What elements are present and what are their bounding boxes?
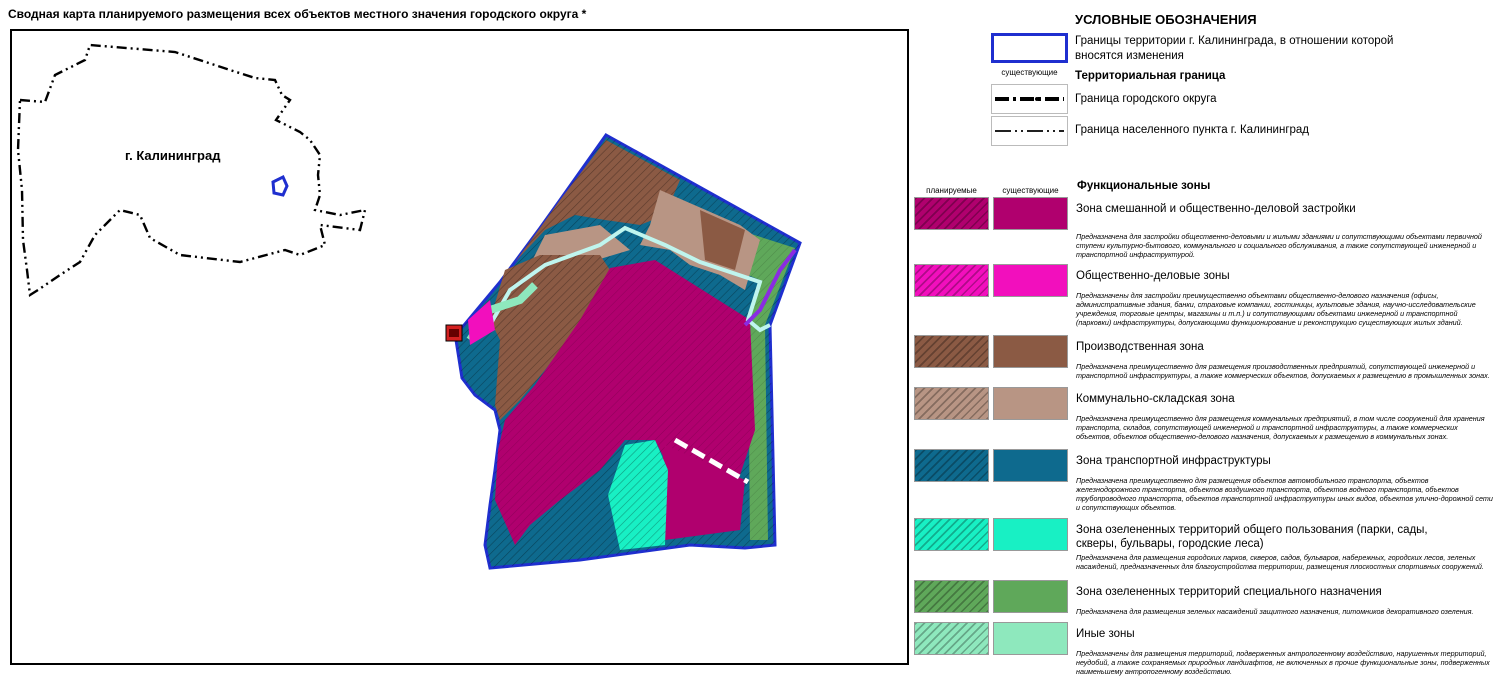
zone-name: Зона озелененных территорий специального… [1076,586,1382,598]
zone-description: Предназначены для размещения территорий,… [1076,649,1490,676]
settlement-boundary-label: Граница населенного пункта г. Калинингра… [1075,124,1310,136]
zone-swatch-existing [993,622,1068,655]
map-canvas[interactable] [0,0,912,670]
settlement-boundary-symbol [991,116,1068,146]
zone-swatch-planned [914,580,989,613]
district-boundary-symbol [991,84,1068,114]
functional-zones-title: Функциональные зоны [1077,180,1211,192]
legend-title: УСЛОВНЫЕ ОБОЗНАЧЕНИЯ [1075,12,1257,27]
zone-description: Предназначена преимущественно для размещ… [1076,476,1493,512]
zone-description: Предназначена преимущественно для размещ… [1076,362,1490,380]
zone-description: Предназначена для размещения городских п… [1076,553,1484,571]
zone-name: Общественно-деловые зоны [1076,270,1230,282]
zone-name: Зона транспортной инфраструктуры [1076,455,1271,467]
zone-swatch-planned [914,518,989,551]
zone-swatch-existing [993,518,1068,551]
zone-name: Иные зоны [1076,628,1135,640]
change-boundary-symbol [991,33,1068,63]
zone-swatch-planned [914,264,989,297]
change-territory-marker[interactable] [271,174,289,197]
zone-swatch-existing [993,580,1068,613]
existing-small-label: существующие [1001,68,1058,77]
zone-description: Предназначена преимущественно для размещ… [1076,414,1485,441]
existing-column-label: существующие [1002,186,1059,195]
zone-swatch-planned [914,449,989,482]
city-label: г. Калининград [125,148,221,163]
city-boundary-outline [16,43,367,298]
zone-name: Зона смешанной и общественно-деловой зас… [1076,203,1356,215]
zone-swatch-existing [993,335,1068,368]
zone-swatch-existing [993,264,1068,297]
zone-swatch-planned [914,335,989,368]
planned-column-label: планируемые [926,186,977,195]
district-boundary-label: Граница городского округа [1075,93,1217,105]
zone-name: Зона озелененных территорий общего польз… [1076,524,1428,550]
zone-swatch-planned [914,387,989,420]
zone-swatch-planned [914,197,989,230]
zone-name: Коммунально-складская зона [1076,393,1235,405]
zone-swatch-existing [993,449,1068,482]
zone-swatch-planned [914,622,989,655]
zone-swatch-existing [993,387,1068,420]
territorial-boundary-title: Территориальная граница [1075,70,1226,82]
zone-description: Предназначены для застройки преимуществе… [1076,291,1476,327]
zone-swatch-existing [993,197,1068,230]
zone-description: Предназначена для размещения зеленых нас… [1076,607,1474,616]
territory-detail-map[interactable] [445,133,802,570]
change-boundary-label: Границы территории г. Калининграда, в от… [1075,35,1394,62]
zone-name: Производственная зона [1076,341,1204,353]
zone-description: Предназначена для застройки общественно-… [1076,232,1482,259]
